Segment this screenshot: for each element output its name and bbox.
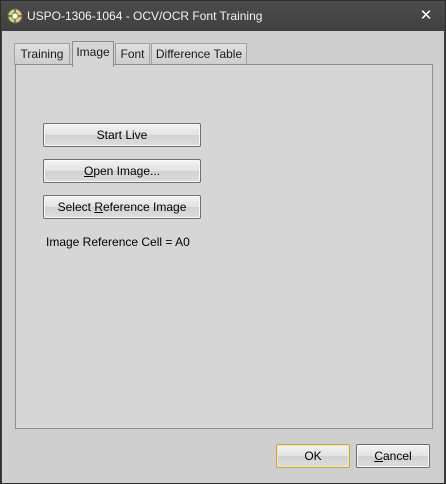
tab-training[interactable]: Training xyxy=(14,43,70,65)
tab-strip: Training Image Font Difference Table xyxy=(14,41,434,67)
tab-difference-table[interactable]: Difference Table xyxy=(151,43,247,65)
image-reference-cell-label: Image Reference Cell = A0 xyxy=(46,235,190,249)
close-icon: ✕ xyxy=(419,7,433,24)
cancel-mnemonic: C xyxy=(374,449,383,463)
app-logo-icon xyxy=(7,8,23,24)
window-title: USPO-1306-1064 - OCV/OCR Font Training xyxy=(27,9,263,23)
close-button[interactable]: ✕ xyxy=(417,7,435,25)
ok-button[interactable]: OK xyxy=(276,444,350,468)
select-reference-label-post: eference Image xyxy=(102,200,187,214)
open-image-mnemonic: O xyxy=(83,164,94,178)
dialog-window: USPO-1306-1064 - OCV/OCR Font Training ✕… xyxy=(0,0,446,484)
start-live-button[interactable]: Start Live xyxy=(43,123,201,147)
cancel-label-post: ancel xyxy=(382,449,412,463)
select-reference-image-button[interactable]: Select Reference Image xyxy=(43,195,201,219)
open-image-button[interactable]: Open Image... xyxy=(43,159,201,183)
client-area: Training Image Font Difference Table Sta… xyxy=(2,31,444,483)
select-reference-mnemonic: R xyxy=(94,200,103,214)
tab-font[interactable]: Font xyxy=(115,43,150,65)
select-reference-label-pre: Select xyxy=(57,200,95,214)
title-bar[interactable]: USPO-1306-1064 - OCV/OCR Font Training ✕ xyxy=(1,1,445,31)
image-tab-panel: Start Live Open Image... Select Referenc… xyxy=(15,64,433,429)
tab-image[interactable]: Image xyxy=(72,41,114,67)
cancel-button[interactable]: Cancel xyxy=(356,444,430,468)
open-image-label-post: pen Image... xyxy=(93,164,161,178)
